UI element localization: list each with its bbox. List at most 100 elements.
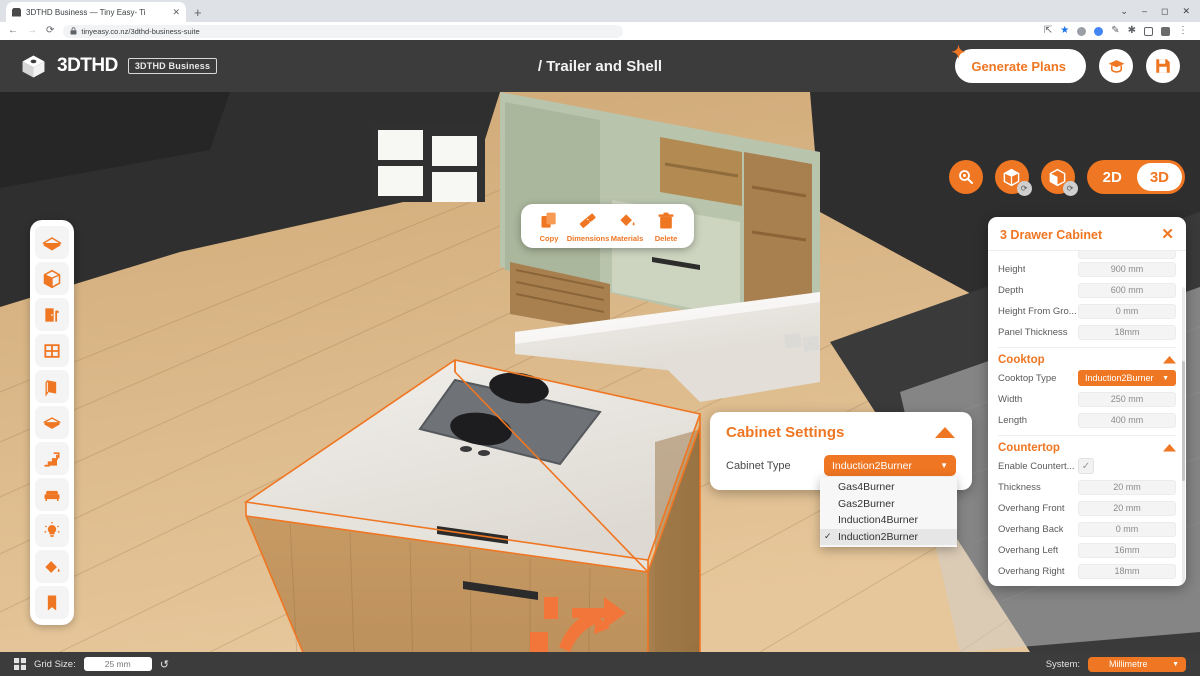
enable-countertop-checkbox[interactable]: ✓ [1078, 458, 1094, 474]
chevron-up-icon[interactable] [1163, 356, 1176, 364]
property-value[interactable]: 18mm [1078, 324, 1176, 340]
blue-extension-icon[interactable] [1094, 26, 1104, 36]
eyedropper-extension-icon[interactable]: ✎ [1111, 26, 1119, 36]
context-toolbar: Copy Dimensions Materials Delete [521, 204, 694, 248]
back-icon[interactable]: ← [8, 26, 18, 36]
grid-size-input[interactable]: 25 mm [83, 657, 152, 671]
dropdown-option-gas4burner[interactable]: Gas4Burner [820, 479, 957, 496]
section-header-countertop[interactable]: Countertop [998, 435, 1176, 456]
sidebar-item-furniture-tool[interactable] [35, 478, 69, 511]
property-value[interactable]: 0 mm [1078, 303, 1176, 319]
properties-title: 3 Drawer Cabinet [1000, 227, 1103, 242]
dimensions-button[interactable]: Dimensions [567, 211, 609, 243]
sidebar-item-room-tool[interactable] [35, 262, 69, 295]
app-header: 3DTHD 3DTHD Business / Trailer and Shell… [0, 40, 1200, 92]
help-tutorial-button[interactable] [1099, 49, 1133, 83]
sidepanel-icon[interactable] [1144, 26, 1153, 36]
grid-controls: Grid Size: 25 mm ↺ [14, 657, 169, 671]
section-title: Countertop [998, 442, 1060, 454]
stairs-icon [44, 451, 60, 467]
chevron-up-icon[interactable] [1163, 444, 1176, 452]
dropdown-option-induction2burner[interactable]: ✓ Induction2Burner [820, 528, 957, 545]
delete-button[interactable]: Delete [648, 211, 684, 243]
camera-extension-icon[interactable] [1077, 26, 1087, 36]
property-value[interactable]: 18mm [1078, 563, 1176, 579]
close-icon[interactable]: ✕ [1161, 227, 1174, 242]
property-row-thickness: Thickness 20 mm [998, 477, 1176, 497]
dropdown-option-induction4burner[interactable]: Induction4Burner [820, 512, 957, 529]
camera-view-button[interactable]: ⟳ [994, 160, 1032, 196]
copy-button[interactable]: Copy [531, 211, 567, 243]
sidebar-item-window-tool[interactable] [35, 334, 69, 367]
property-value[interactable]: 16mm [1078, 542, 1176, 558]
ruler-icon [579, 213, 596, 228]
tab-2d[interactable]: 2D [1090, 163, 1135, 191]
property-value[interactable]: 20 mm [1078, 479, 1176, 495]
generate-plans-button[interactable]: ✦ Generate Plans [951, 43, 1086, 83]
property-value[interactable]: 600 mm [1078, 282, 1176, 298]
sidebar-item-lighting-tool[interactable] [35, 514, 69, 547]
sidebar-item-bookmark-tool[interactable] [35, 586, 69, 619]
property-row-cooktop-length: Length 400 mm [998, 410, 1176, 430]
magnifier-icon [958, 170, 973, 184]
sidebar-item-ceiling-tool[interactable] [35, 406, 69, 439]
property-value[interactable]: 400 mm [1078, 412, 1176, 428]
address-bar[interactable]: tinyeasy.co.nz/3dthd-business-suite [63, 24, 624, 38]
browser-tab[interactable]: 3DTHD Business — Tiny Easy- Ti ✕ [6, 2, 186, 22]
materials-button[interactable]: Materials [609, 211, 645, 243]
cabinet-settings-header: Cabinet Settings [726, 424, 956, 441]
unit-system-select[interactable]: Millimetre ▼ [1088, 656, 1186, 672]
bookmark-star-icon[interactable]: ★ [1060, 26, 1069, 36]
property-label: Cooktop Type [998, 372, 1057, 384]
sidebar-item-stairs-tool[interactable] [35, 442, 69, 475]
sidebar-item-floor-tool[interactable] [35, 226, 69, 259]
cabinet-type-select[interactable]: Induction2Burner ▼ [824, 455, 956, 476]
share-icon[interactable]: ⇱ [1044, 26, 1052, 36]
grid-icon[interactable] [14, 658, 26, 670]
property-value[interactable]: 20 mm [1078, 500, 1176, 516]
window-restore-icon[interactable]: ⌄ [1120, 6, 1128, 17]
profile-icon[interactable] [1161, 26, 1170, 36]
property-value[interactable]: 900 mm [1078, 261, 1176, 277]
pan-zoom-button[interactable] [948, 160, 983, 194]
unit-system-controls: System: Millimetre ▼ [1046, 656, 1186, 672]
menu-kebab-icon[interactable]: ⋮ [1178, 26, 1188, 36]
cabinet-type-dropdown-menu: Gas4Burner Gas2Burner Induction4Burner ✓… [820, 477, 957, 547]
section-header-cooktop[interactable]: Cooktop [998, 347, 1176, 368]
dropdown-option-gas2burner[interactable]: Gas2Burner [820, 496, 957, 513]
cooktop-type-select[interactable]: Induction2Burner ▼ [1078, 370, 1176, 386]
sidebar-item-materials-tool[interactable] [35, 550, 69, 583]
tab-3d[interactable]: 3D [1136, 163, 1182, 191]
window-minimize-icon[interactable]: – [1142, 6, 1147, 16]
reload-icon[interactable]: ⟳ [46, 26, 54, 36]
brand-logo[interactable]: 3DTHD 3DTHD Business [20, 53, 218, 80]
reset-icon[interactable]: ↺ [160, 658, 169, 671]
close-icon[interactable]: ✕ [172, 7, 180, 18]
browser-extensions: ⇱ ★ ✎ ✱ ⋮ [632, 26, 1192, 36]
option-label: Gas2Burner [838, 497, 895, 510]
save-button[interactable] [1146, 49, 1180, 83]
puzzle-extension-icon[interactable]: ✱ [1128, 26, 1136, 36]
page-title: / Trailer and Shell [537, 57, 663, 75]
property-row-overhang-right: Overhang Right 18mm [998, 561, 1176, 581]
forward-icon[interactable]: → [27, 26, 37, 36]
window-close-icon[interactable]: ✕ [1182, 6, 1190, 17]
chevron-up-icon[interactable] [934, 426, 956, 439]
viewport-3d[interactable]: Copy Dimensions Materials Delete ⟳ ⟳ 2D … [0, 92, 1200, 652]
property-value[interactable]: 250 mm [1078, 391, 1176, 407]
property-row-enable-countertop: Enable Countert... ✓ [998, 456, 1176, 476]
window-maximize-icon[interactable]: ◻ [1161, 6, 1168, 17]
chevron-down-icon: ▼ [1162, 374, 1169, 382]
room-cube-icon [43, 269, 61, 288]
property-row-height: Height 900 mm [998, 259, 1176, 279]
property-label: Height [998, 263, 1026, 275]
url-text: tinyeasy.co.nz/3dthd-business-suite [81, 26, 200, 36]
new-tab-button[interactable]: + [194, 5, 202, 22]
sidebar-item-door-tool[interactable] [35, 298, 69, 331]
window-controls: ⌄ – ◻ ✕ [1120, 0, 1200, 22]
chevron-down-icon: ▼ [940, 461, 948, 470]
property-value[interactable]: 0 mm [1078, 521, 1176, 537]
panel-scrollbar-thumb[interactable] [1182, 361, 1185, 481]
perspective-view-button[interactable]: ⟳ [1040, 160, 1078, 196]
sidebar-item-wall-tool[interactable] [35, 370, 69, 403]
